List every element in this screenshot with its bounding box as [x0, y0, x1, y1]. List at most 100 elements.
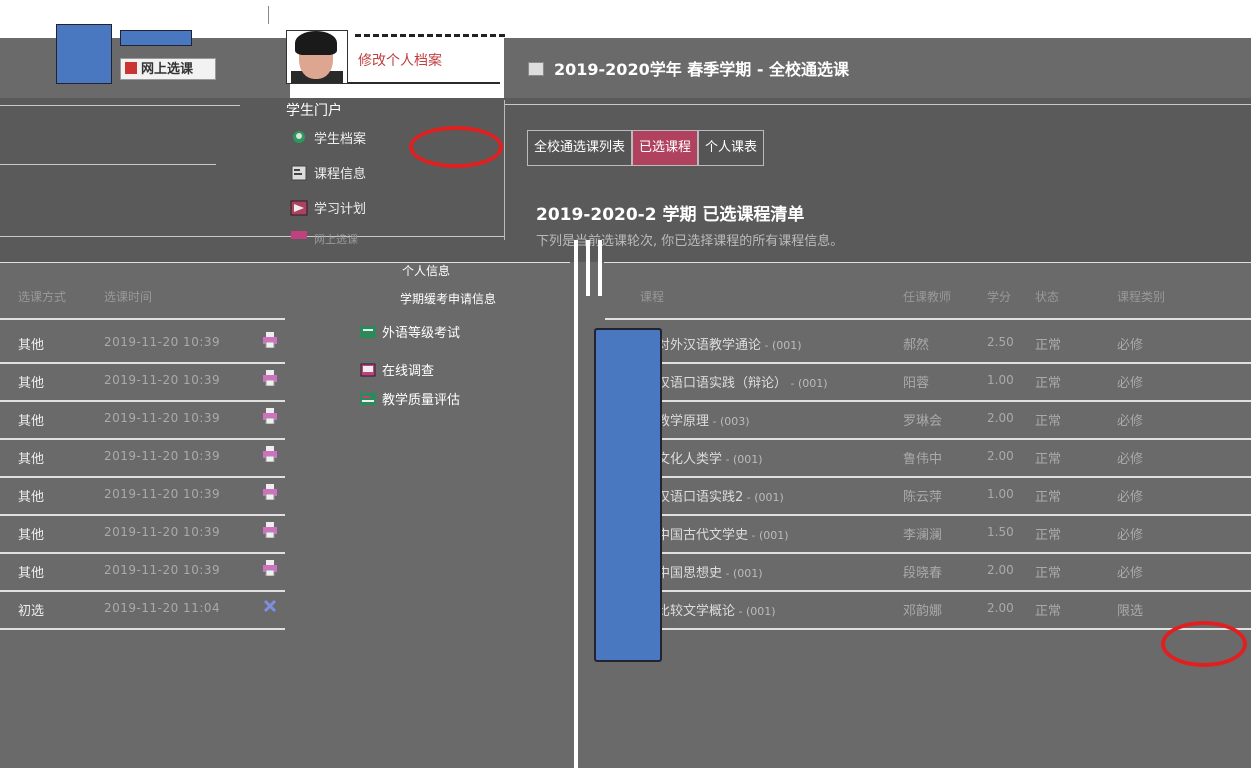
table-row[interactable]: 汉语口语实践2 - (001) 陈云萍 1.00 正常 必修 — [605, 474, 1251, 514]
teacher: 陈云萍 — [903, 490, 943, 505]
selection-time: 2019-11-20 10:39 — [104, 335, 221, 349]
table-row[interactable]: 比较文学概论 - (001) 邓韵娜 2.00 正常 限选 — [605, 588, 1251, 628]
top-divider — [268, 6, 269, 24]
menu-item-student-profile[interactable]: 学生档案 — [290, 128, 366, 147]
personal-info-label[interactable]: 个人信息 — [402, 262, 450, 279]
divider — [0, 262, 570, 263]
edit-profile-link[interactable]: 修改个人档案 — [358, 50, 442, 70]
online-course-button[interactable]: 网上选课 — [120, 58, 216, 80]
course-name[interactable]: 教学原理 - (003) — [657, 410, 750, 429]
course-name[interactable]: 汉语口语实践（辩论） - (001) — [657, 372, 828, 391]
menu-item-online-selection[interactable]: 网上选课 — [290, 230, 358, 247]
redaction-block — [594, 328, 662, 662]
divider — [504, 104, 1251, 105]
header-status: 状态 — [1035, 290, 1060, 304]
menu-item-teaching-evaluation[interactable]: 教学质量评估 — [360, 389, 460, 408]
menu-item-foreign-language-exam[interactable]: 外语等级考试 — [360, 322, 460, 341]
column-splitter — [598, 240, 602, 296]
teacher: 段晓春 — [903, 566, 943, 581]
status: 正常 — [1035, 338, 1062, 353]
credit: 1.50 — [987, 525, 1014, 539]
printer-icon[interactable] — [263, 408, 277, 425]
course-category: 必修 — [1117, 528, 1144, 543]
selection-method: 其他 — [18, 490, 45, 505]
table-row[interactable]: 中国思想史 - (001) 段晓春 2.00 正常 必修 — [605, 550, 1251, 590]
selection-time: 2019-11-20 10:39 — [104, 525, 221, 539]
teacher: 李澜澜 — [903, 528, 943, 543]
course-info-icon — [290, 165, 308, 181]
column-splitter[interactable] — [574, 240, 578, 768]
table-row: 其他 2019-11-20 10:39 — [0, 398, 285, 438]
status: 正常 — [1035, 566, 1062, 581]
menu-item-course-info[interactable]: 课程信息 — [290, 163, 366, 182]
credit: 2.00 — [987, 601, 1014, 615]
status: 正常 — [1035, 528, 1062, 543]
teacher: 阳蓉 — [903, 376, 930, 391]
course-name[interactable]: 对外汉语教学通论 - (001) — [657, 334, 802, 353]
course-name[interactable]: 文化人类学 - (001) — [657, 448, 763, 467]
table-row[interactable]: 教学原理 - (003) 罗琳会 2.00 正常 必修 — [605, 398, 1251, 438]
select-icon — [290, 230, 308, 246]
course-name[interactable]: 中国古代文学史 - (001) — [657, 524, 789, 543]
credit: 2.50 — [987, 335, 1014, 349]
teacher: 罗琳会 — [903, 414, 943, 429]
course-category: 必修 — [1117, 414, 1144, 429]
table-row: 初选 2019-11-20 11:04 — [0, 588, 285, 628]
course-name[interactable]: 汉语口语实践2 - (001) — [657, 486, 784, 505]
printer-icon[interactable] — [263, 522, 277, 539]
leave-info-label[interactable]: 学期缓考申请信息 — [400, 290, 496, 307]
divider — [0, 164, 216, 165]
menu-item-study-plan[interactable]: 学习计划 — [290, 198, 366, 217]
table-row[interactable]: 中国古代文学史 - (001) 李澜澜 1.50 正常 必修 — [605, 512, 1251, 552]
highlight-circle — [1161, 621, 1247, 667]
course-category: 限选 — [1117, 604, 1144, 619]
highlight-circle — [409, 126, 503, 168]
portal-title: 学生门户 — [286, 103, 342, 119]
printer-icon[interactable] — [263, 560, 277, 577]
divider — [0, 105, 240, 106]
table-row: 其他 2019-11-20 10:39 — [0, 474, 285, 514]
selection-time: 2019-11-20 10:39 — [104, 563, 221, 577]
tab-personal-schedule[interactable]: 个人课表 — [698, 130, 765, 166]
selection-time: 2019-11-20 11:04 — [104, 601, 221, 615]
profile-divider — [355, 34, 505, 40]
evaluation-icon — [360, 392, 376, 406]
table-row[interactable]: 对外汉语教学通论 - (001) 郝然 2.50 正常 必修 — [605, 322, 1251, 362]
course-category: 必修 — [1117, 490, 1144, 505]
printer-icon[interactable] — [263, 370, 277, 387]
selection-time: 2019-11-20 10:39 — [104, 449, 221, 463]
course-name[interactable]: 比较文学概论 - (001) — [657, 600, 776, 619]
exam-icon — [360, 325, 376, 339]
selection-method: 初选 — [18, 604, 45, 619]
selection-method: 其他 — [18, 566, 45, 581]
column-splitter — [586, 240, 590, 296]
tab-course-list[interactable]: 全校通选课列表 — [527, 130, 633, 166]
course-name[interactable]: 中国思想史 - (001) — [657, 562, 763, 581]
header-selection-method: 选课方式 — [18, 290, 67, 304]
printer-icon[interactable] — [263, 446, 277, 463]
printer-icon[interactable] — [263, 484, 277, 501]
logo-block — [56, 24, 112, 84]
menu-item-online-survey[interactable]: 在线调查 — [360, 360, 434, 379]
table-row: 其他 2019-11-20 10:39 — [0, 512, 285, 552]
table-row[interactable]: 汉语口语实践（辩论） - (001) 阳蓉 1.00 正常 必修 — [605, 360, 1251, 400]
course-icon — [125, 62, 137, 74]
header-teacher: 任课教师 — [903, 290, 952, 304]
status: 正常 — [1035, 452, 1062, 467]
status: 正常 — [1035, 604, 1062, 619]
table-row: 其他 2019-11-20 10:39 — [0, 322, 285, 362]
delete-icon[interactable] — [263, 598, 277, 614]
header-category: 课程类别 — [1117, 290, 1166, 304]
table-row[interactable]: 文化人类学 - (001) 鲁伟中 2.00 正常 必修 — [605, 436, 1251, 476]
header-credit: 学分 — [987, 290, 1012, 304]
table-row: 其他 2019-11-20 10:39 — [0, 550, 285, 590]
teacher: 鲁伟中 — [903, 452, 943, 467]
section-note: 下列是当前选课轮次, 你已选择课程的所有课程信息。 — [536, 234, 844, 249]
printer-icon[interactable] — [263, 332, 277, 349]
status: 正常 — [1035, 376, 1062, 391]
credit: 2.00 — [987, 563, 1014, 577]
page-title: 2019-2020学年 春季学期 - 全校通选课 — [528, 56, 849, 80]
tab-selected-courses[interactable]: 已选课程 — [632, 130, 699, 166]
selection-method: 其他 — [18, 528, 45, 543]
selection-method: 其他 — [18, 376, 45, 391]
